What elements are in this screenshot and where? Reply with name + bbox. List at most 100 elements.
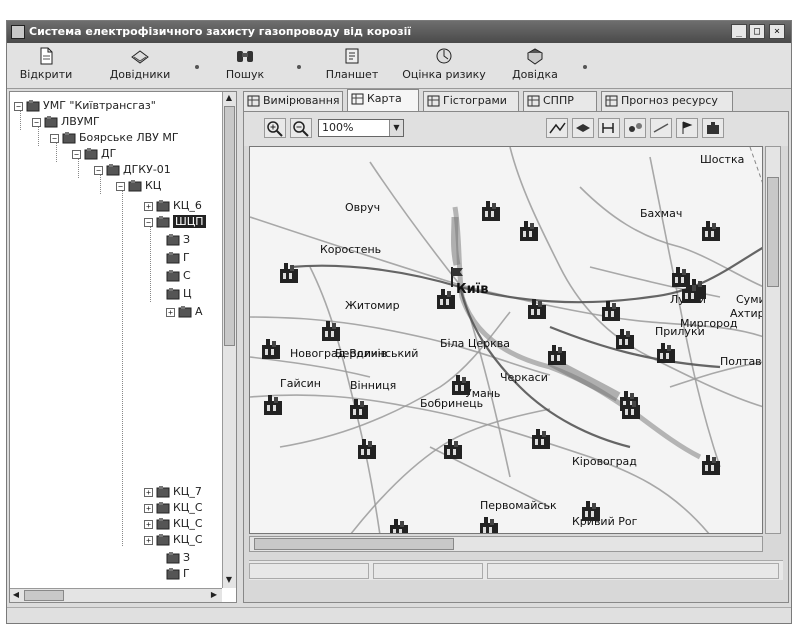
search-button[interactable]: Пошук — [225, 47, 265, 87]
city-label[interactable]: Овруч — [345, 201, 380, 214]
tree-item[interactable]: − ЛВУМГ — [32, 114, 100, 130]
tree-item[interactable]: + КЦ_С — [144, 532, 203, 548]
compressor-station-icon[interactable] — [700, 453, 722, 477]
collapse-icon[interactable]: − — [32, 117, 41, 127]
compressor-station-icon[interactable] — [526, 297, 548, 321]
compressor-station-icon[interactable] — [278, 261, 300, 285]
scroll-thumb[interactable] — [224, 106, 235, 346]
scroll-down-icon[interactable]: ▼ — [223, 574, 235, 586]
tree-item[interactable]: − ДГ — [72, 146, 116, 162]
tree-item[interactable]: + КЦ_С — [144, 500, 203, 516]
city-label[interactable]: Гайсин — [280, 377, 321, 390]
expand-icon[interactable]: + — [166, 307, 175, 317]
collapse-icon[interactable]: − — [116, 181, 125, 191]
compressor-station-icon[interactable] — [680, 281, 702, 305]
help-button[interactable]: Довідка — [507, 47, 563, 87]
map-vertical-scrollbar[interactable] — [765, 146, 781, 534]
scroll-thumb[interactable] — [254, 538, 454, 550]
scroll-up-icon[interactable]: ▲ — [223, 92, 235, 104]
tree-item[interactable]: + КЦ_6 — [144, 198, 202, 214]
compressor-station-icon[interactable] — [530, 427, 552, 451]
compressor-station-icon[interactable] — [620, 397, 642, 421]
tree-item[interactable]: Г — [166, 250, 190, 266]
tab-map[interactable]: Карта — [347, 89, 419, 111]
compressor-station-icon[interactable] — [480, 199, 502, 223]
expand-icon[interactable]: + — [144, 503, 153, 513]
compressor-station-icon[interactable] — [388, 517, 410, 534]
compressor-station-icon[interactable] — [320, 319, 342, 343]
compressor-station-icon[interactable] — [518, 219, 540, 243]
collapse-icon[interactable]: − — [144, 217, 153, 227]
tablet-button[interactable]: Планшет — [319, 47, 385, 87]
city-label[interactable]: Новоград-Волинський — [290, 347, 418, 360]
scroll-left-icon[interactable]: ◀ — [10, 589, 22, 601]
compressor-station-icon[interactable] — [348, 397, 370, 421]
map-tool-gauge-button[interactable] — [624, 118, 646, 138]
references-button[interactable]: Довідники — [107, 47, 173, 87]
zoom-select[interactable]: 100% ▼ — [318, 119, 404, 137]
title-bar[interactable]: Система електрофізичного захисту газопро… — [7, 21, 791, 43]
collapse-icon[interactable]: − — [72, 149, 81, 159]
city-label[interactable]: Коростень — [320, 243, 381, 256]
map-tool-line-button[interactable] — [650, 118, 672, 138]
compressor-station-icon[interactable] — [435, 287, 457, 311]
expand-icon[interactable]: + — [144, 487, 153, 497]
tree-item[interactable]: − Боярське ЛВУ МГ — [50, 130, 179, 146]
scroll-thumb[interactable] — [24, 590, 64, 601]
risk-assessment-button[interactable]: Оцінка ризику — [401, 47, 487, 87]
toolbar-dropdown-dot[interactable] — [297, 65, 301, 69]
tree-item[interactable]: − КЦ — [116, 178, 161, 194]
collapse-icon[interactable]: − — [50, 133, 59, 143]
city-label[interactable]: Кіровоград — [572, 455, 637, 468]
compressor-station-icon[interactable] — [478, 515, 500, 534]
tree-item[interactable]: + КЦ_С — [144, 516, 203, 532]
minimize-button[interactable]: _ — [731, 24, 747, 39]
tree-item[interactable]: Ц — [166, 286, 192, 302]
chevron-down-icon[interactable]: ▼ — [389, 120, 403, 136]
compressor-station-icon[interactable] — [442, 437, 464, 461]
map-canvas[interactable]: Київ Житомир Овруч Бердичів Вінниця Біла Церк… — [249, 146, 763, 534]
city-label[interactable]: Вінниця — [350, 379, 396, 392]
tree-item[interactable]: − ДГКУ-01 — [94, 162, 171, 178]
city-label[interactable]: Шостка — [700, 153, 744, 166]
map-tool-station-button[interactable] — [702, 118, 724, 138]
tree-item[interactable]: − ШЦП — [144, 214, 206, 230]
city-label[interactable]: Первомайськ — [480, 499, 557, 512]
tree-vertical-scrollbar[interactable]: ▲ ▼ — [222, 92, 236, 588]
object-tree[interactable]: ▲ ▼ ◀ ▶ − УМГ "Київтрансгаз" − ЛВУМГ − Боярсь… — [9, 91, 237, 603]
open-button[interactable]: Відкрити — [17, 47, 75, 87]
compressor-station-icon[interactable] — [356, 437, 378, 461]
tree-horizontal-scrollbar[interactable]: ◀ ▶ — [10, 588, 222, 602]
city-label[interactable]: Біла Церква — [440, 337, 510, 350]
compressor-station-icon[interactable] — [450, 373, 472, 397]
tree-item[interactable]: Г — [166, 566, 190, 582]
compressor-station-icon[interactable] — [260, 337, 282, 361]
tree-item[interactable]: − УМГ "Київтрансгаз" — [14, 98, 156, 114]
compressor-station-icon[interactable] — [600, 299, 622, 323]
compressor-station-icon[interactable] — [580, 499, 602, 523]
tab-histogram[interactable]: Гістограми — [423, 91, 519, 111]
collapse-icon[interactable]: − — [14, 101, 23, 111]
maximize-button[interactable]: □ — [749, 24, 765, 39]
city-label[interactable]: Полтава — [720, 355, 762, 368]
compressor-station-icon[interactable] — [262, 393, 284, 417]
expand-icon[interactable]: + — [144, 201, 153, 211]
toolbar-dropdown-dot[interactable] — [583, 65, 587, 69]
scroll-thumb[interactable] — [767, 177, 779, 287]
city-label[interactable]: Черкаси — [500, 371, 548, 384]
compressor-station-icon[interactable] — [614, 327, 636, 351]
map-tool-layer-button[interactable] — [572, 118, 594, 138]
expand-icon[interactable]: + — [144, 535, 153, 545]
city-label[interactable]: Житомир — [345, 299, 400, 312]
map-horizontal-scrollbar[interactable] — [249, 536, 763, 552]
city-label[interactable]: Миргород — [680, 317, 737, 330]
city-label[interactable]: Суми — [736, 293, 762, 306]
map-tool-pipe-button[interactable] — [546, 118, 568, 138]
tree-item[interactable]: + А — [166, 304, 203, 320]
tree-item[interactable]: + КЦ_7 — [144, 484, 202, 500]
tab-decision[interactable]: СППР — [523, 91, 597, 111]
compressor-station-icon[interactable] — [655, 341, 677, 365]
expand-icon[interactable]: + — [144, 519, 153, 529]
close-button[interactable]: × — [769, 24, 785, 39]
tree-item[interactable]: С — [166, 268, 191, 284]
